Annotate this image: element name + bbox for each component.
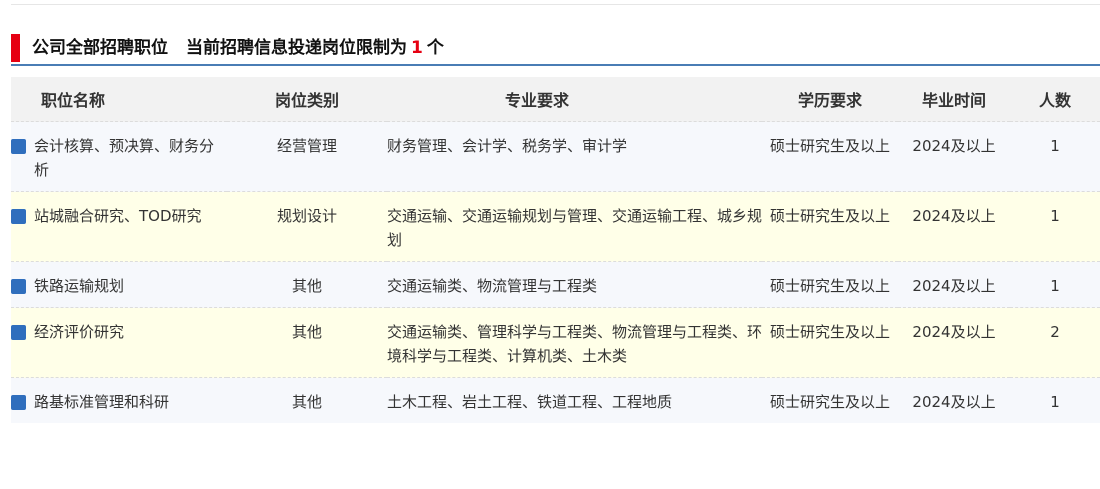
cell-position-name[interactable]: 铁路运输规划 <box>11 261 227 308</box>
cell-graduation: 2024及以上 <box>898 377 1010 423</box>
cell-education: 硕士研究生及以上 <box>762 191 898 262</box>
cell-major: 土木工程、岩土工程、铁道工程、工程地质 <box>387 377 762 423</box>
table-row[interactable]: 铁路运输规划 其他 交通运输类、物流管理与工程类 硕士研究生及以上 2024及以… <box>11 261 1100 308</box>
cell-position-name[interactable]: 路基标准管理和科研 <box>11 377 227 423</box>
cell-major: 财务管理、会计学、税务学、审计学 <box>387 121 762 192</box>
position-name-link[interactable]: 会计核算、预决算、财务分析 <box>34 134 214 182</box>
section-header: 公司全部招聘职位 当前招聘信息投递岗位限制为 1 个 <box>11 34 1100 66</box>
cell-graduation: 2024及以上 <box>898 121 1010 192</box>
cell-graduation: 2024及以上 <box>898 307 1010 378</box>
top-divider <box>11 4 1100 5</box>
section-accent-bar <box>11 34 20 62</box>
cell-education: 硕士研究生及以上 <box>762 377 898 423</box>
cell-major: 交通运输类、物流管理与工程类 <box>387 261 762 308</box>
cell-position-name[interactable]: 会计核算、预决算、财务分析 <box>11 121 227 192</box>
table-row[interactable]: 会计核算、预决算、财务分析 经营管理 财务管理、会计学、税务学、审计学 硕士研究… <box>11 121 1100 192</box>
cell-education: 硕士研究生及以上 <box>762 261 898 308</box>
job-table: 职位名称 岗位类别 专业要求 学历要求 毕业时间 人数 会计核算、预决算、财务分… <box>11 77 1100 423</box>
cell-headcount: 1 <box>1010 191 1100 262</box>
section-title: 公司全部招聘职位 当前招聘信息投递岗位限制为 1 个 <box>32 36 444 60</box>
cell-position-name[interactable]: 站城融合研究、TOD研究 <box>11 191 227 262</box>
cell-position-name[interactable]: 经济评价研究 <box>11 307 227 378</box>
cell-education: 硕士研究生及以上 <box>762 121 898 192</box>
header-major-requirement: 专业要求 <box>387 77 762 122</box>
limit-suffix: 个 <box>426 38 444 58</box>
cell-graduation: 2024及以上 <box>898 261 1010 308</box>
limit-count: 1 <box>411 38 423 58</box>
job-square-icon <box>11 395 26 410</box>
cell-position-type: 经营管理 <box>227 121 387 192</box>
job-square-icon <box>11 209 26 224</box>
table-row[interactable]: 站城融合研究、TOD研究 规划设计 交通运输、交通运输规划与管理、交通运输工程、… <box>11 191 1100 262</box>
cell-major: 交通运输类、管理科学与工程类、物流管理与工程类、环境科学与工程类、计算机类、土木… <box>387 307 762 378</box>
header-position-type: 岗位类别 <box>227 77 387 122</box>
position-name-link[interactable]: 路基标准管理和科研 <box>34 390 214 414</box>
job-square-icon <box>11 139 26 154</box>
header-position-name: 职位名称 <box>11 77 227 122</box>
table-header-row: 职位名称 岗位类别 专业要求 学历要求 毕业时间 人数 <box>11 77 1100 122</box>
header-headcount: 人数 <box>1010 77 1100 122</box>
table-row[interactable]: 路基标准管理和科研 其他 土木工程、岩土工程、铁道工程、工程地质 硕士研究生及以… <box>11 377 1100 423</box>
position-name-link[interactable]: 经济评价研究 <box>34 320 214 344</box>
cell-headcount: 1 <box>1010 261 1100 308</box>
cell-position-type: 其他 <box>227 377 387 423</box>
job-square-icon <box>11 325 26 340</box>
cell-graduation: 2024及以上 <box>898 191 1010 262</box>
cell-position-type: 其他 <box>227 261 387 308</box>
cell-headcount: 1 <box>1010 121 1100 192</box>
cell-major: 交通运输、交通运输规划与管理、交通运输工程、城乡规划 <box>387 191 762 262</box>
header-education-requirement: 学历要求 <box>762 77 898 122</box>
section-title-text: 公司全部招聘职位 <box>32 38 168 58</box>
position-name-link[interactable]: 铁路运输规划 <box>34 274 214 298</box>
limit-prefix: 当前招聘信息投递岗位限制为 <box>186 38 407 58</box>
cell-education: 硕士研究生及以上 <box>762 307 898 378</box>
table-row[interactable]: 经济评价研究 其他 交通运输类、管理科学与工程类、物流管理与工程类、环境科学与工… <box>11 307 1100 378</box>
cell-position-type: 规划设计 <box>227 191 387 262</box>
job-square-icon <box>11 279 26 294</box>
position-name-link[interactable]: 站城融合研究、TOD研究 <box>34 204 214 228</box>
cell-headcount: 1 <box>1010 377 1100 423</box>
cell-position-type: 其他 <box>227 307 387 378</box>
header-graduation-time: 毕业时间 <box>898 77 1010 122</box>
cell-headcount: 2 <box>1010 307 1100 378</box>
